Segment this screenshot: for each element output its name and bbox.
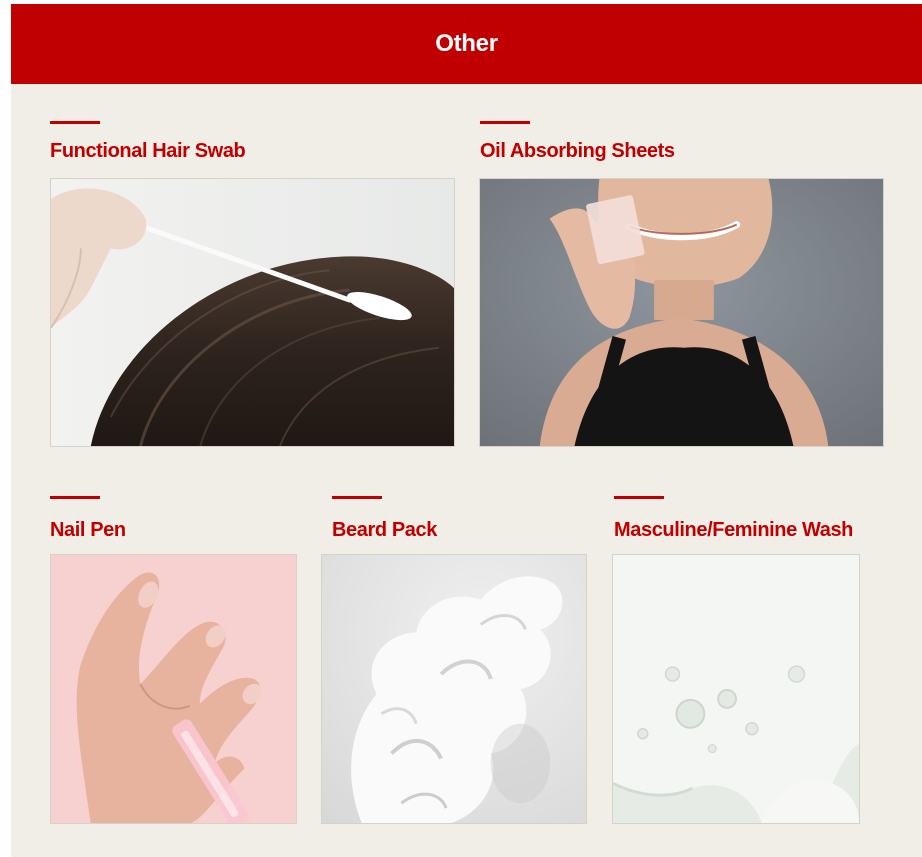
product-title: Beard Pack <box>332 519 437 541</box>
oil-sheets-photo <box>479 178 884 447</box>
product-title: Masculine/Feminine Wash <box>614 519 854 541</box>
title-accent-bar <box>50 496 100 499</box>
title-accent-bar <box>332 496 382 499</box>
section-title: Other <box>435 30 498 57</box>
title-accent-bar <box>480 121 530 124</box>
beard-pack-photo <box>321 554 587 824</box>
product-title: Oil Absorbing Sheets <box>480 140 675 162</box>
hair-swab-photo <box>50 178 455 447</box>
section-header: Other <box>11 4 922 84</box>
title-accent-bar <box>614 496 664 499</box>
wash-foam-photo <box>612 554 860 824</box>
product-title: Functional Hair Swab <box>50 140 246 162</box>
nail-pen-photo <box>50 554 297 824</box>
product-title: Nail Pen <box>50 519 126 541</box>
title-accent-bar <box>50 121 100 124</box>
